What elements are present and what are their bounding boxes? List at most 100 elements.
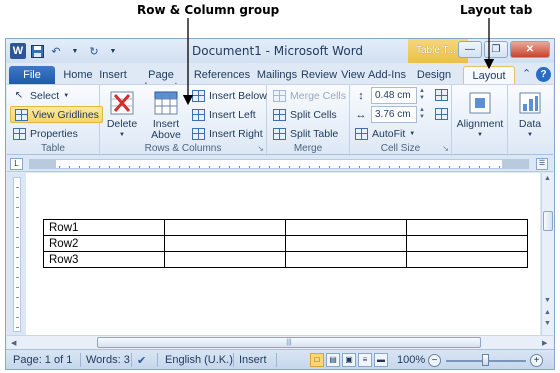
- properties-button[interactable]: Properties: [12, 125, 78, 142]
- scroll-down-icon[interactable]: ▼: [544, 297, 551, 304]
- window-title: Document1 - Microsoft Word: [192, 44, 364, 58]
- horizontal-scrollbar[interactable]: ◀ ||| ▶: [7, 335, 553, 349]
- tab-home[interactable]: Home: [61, 66, 95, 85]
- split-cells-button[interactable]: Split Cells: [272, 106, 337, 123]
- status-divider: [157, 353, 158, 367]
- zoom-in-icon[interactable]: +: [530, 354, 543, 367]
- tab-selector-icon[interactable]: L: [10, 158, 23, 170]
- language-indicator[interactable]: English (U.K.): [165, 354, 233, 366]
- horizontal-scroll-thumb[interactable]: |||: [97, 337, 481, 348]
- table-cell[interactable]: Row1: [43, 219, 165, 236]
- tab-review[interactable]: Review: [299, 66, 339, 85]
- repeat-icon[interactable]: ↻: [86, 43, 102, 59]
- table-cell[interactable]: [164, 251, 286, 268]
- data-button[interactable]: Data ▼: [510, 90, 550, 141]
- horizontal-ruler[interactable]: [29, 159, 529, 169]
- insert-below-button[interactable]: Insert Below: [191, 87, 267, 104]
- close-icon[interactable]: ✕: [510, 41, 550, 58]
- zoom-slider-handle[interactable]: [482, 354, 489, 366]
- outline-view-icon[interactable]: ≡: [358, 353, 372, 367]
- table-cell[interactable]: [164, 235, 286, 252]
- view-gridlines-button[interactable]: View Gridlines: [10, 106, 103, 123]
- group-alignment: Alignment ▼: [452, 85, 508, 156]
- table-cell[interactable]: [406, 235, 528, 252]
- minimize-ribbon-icon[interactable]: ⌃: [522, 67, 531, 80]
- tab-view[interactable]: View: [339, 66, 367, 85]
- select-button[interactable]: ↖ Select ▼: [12, 87, 69, 104]
- insert-left-button[interactable]: Insert Left: [191, 106, 256, 123]
- restore-icon[interactable]: ❐: [484, 41, 508, 58]
- draft-view-icon[interactable]: ▬: [374, 353, 388, 367]
- vertical-ruler[interactable]: [7, 173, 25, 335]
- table-cell[interactable]: Row3: [43, 251, 165, 268]
- autofit-button[interactable]: AutoFit ▼: [354, 125, 415, 142]
- zoom-level[interactable]: 100%: [397, 354, 425, 366]
- scroll-right-icon[interactable]: ▶: [542, 339, 547, 347]
- table-cell[interactable]: [406, 251, 528, 268]
- save-icon[interactable]: [29, 43, 45, 59]
- undo-dropdown-icon[interactable]: ▼: [67, 43, 83, 59]
- distribute-rows-icon[interactable]: [434, 88, 448, 102]
- view-ruler-icon[interactable]: ☰: [536, 158, 548, 170]
- print-layout-view-icon[interactable]: □: [310, 353, 324, 367]
- word-app-icon[interactable]: W: [10, 43, 26, 59]
- ruler-left-margin: [30, 160, 56, 169]
- word-count[interactable]: Words: 3: [86, 354, 130, 366]
- tab-layout[interactable]: Layout: [463, 66, 515, 85]
- customize-qat-icon[interactable]: ▼: [105, 43, 121, 59]
- tab-add-ins[interactable]: Add-Ins: [367, 66, 407, 85]
- split-table-button[interactable]: Split Table: [272, 125, 338, 142]
- tab-design[interactable]: Design: [413, 66, 455, 85]
- minimize-icon[interactable]: —: [458, 41, 482, 58]
- delete-button[interactable]: Delete ▼: [104, 90, 140, 141]
- table-cell[interactable]: [285, 235, 407, 252]
- proofing-icon[interactable]: ✔: [137, 354, 146, 367]
- table-row: Row1: [43, 219, 528, 236]
- alignment-button[interactable]: Alignment ▼: [454, 90, 506, 141]
- rows-columns-launcher-icon[interactable]: ↘: [257, 144, 264, 153]
- split-table-icon: [272, 127, 286, 141]
- tab-mailings[interactable]: Mailings: [254, 66, 300, 85]
- table-cell[interactable]: [285, 251, 407, 268]
- cell-size-launcher-icon[interactable]: ↘: [442, 144, 449, 153]
- undo-icon[interactable]: ↶: [48, 43, 64, 59]
- tab-page-layout[interactable]: Page Layout: [131, 66, 191, 93]
- insert-above-button[interactable]: Insert Above: [146, 90, 186, 141]
- table-cell[interactable]: Row2: [43, 235, 165, 252]
- web-layout-icon[interactable]: ▣: [342, 353, 356, 367]
- merge-cells-button[interactable]: Merge Cells: [272, 87, 346, 104]
- table-cell[interactable]: [406, 219, 528, 236]
- help-icon[interactable]: ?: [536, 67, 551, 82]
- insert-below-label: Insert Below: [209, 89, 267, 102]
- table-cell[interactable]: [164, 219, 286, 236]
- row-height-input[interactable]: 0.48 cm: [371, 87, 417, 104]
- tab-insert[interactable]: Insert: [95, 66, 131, 85]
- full-screen-reading-icon[interactable]: ▤: [326, 353, 340, 367]
- insert-below-icon: [191, 89, 205, 103]
- window-controls: — ❐ ✕: [458, 41, 550, 58]
- previous-page-icon[interactable]: ▲: [544, 309, 551, 316]
- page-count[interactable]: Page: 1 of 1: [13, 354, 72, 366]
- column-width-input[interactable]: 3.76 cm: [371, 106, 417, 123]
- tab-file[interactable]: File: [9, 66, 55, 85]
- distribute-columns-icon[interactable]: [434, 107, 448, 121]
- row-height-spinner-icon[interactable]: ▲ ▼: [419, 88, 425, 102]
- scroll-up-icon[interactable]: ▲: [544, 175, 551, 182]
- column-width-spinner-icon[interactable]: ▲ ▼: [419, 107, 425, 121]
- delete-dropdown-icon: ▼: [119, 132, 125, 138]
- tab-references[interactable]: References: [189, 66, 255, 85]
- word-table[interactable]: Row1 Row2 Row3: [43, 219, 528, 268]
- scroll-left-icon[interactable]: ◀: [11, 339, 16, 347]
- select-label: Select: [30, 89, 60, 102]
- zoom-out-icon[interactable]: −: [428, 354, 441, 367]
- insert-right-button[interactable]: Insert Right: [191, 125, 263, 142]
- group-label-rows-columns: Rows & Columns: [144, 143, 222, 154]
- vertical-ruler-scale: [13, 177, 21, 332]
- table-cell[interactable]: [285, 219, 407, 236]
- autofit-dropdown-icon: ▼: [409, 130, 416, 137]
- document-page[interactable]: Row1 Row2 Row3: [26, 173, 540, 335]
- vertical-scrollbar[interactable]: ▲ ▼ ▲ ▼: [541, 173, 554, 335]
- next-page-icon[interactable]: ▼: [544, 320, 551, 327]
- insert-mode-indicator[interactable]: Insert: [239, 354, 267, 366]
- vertical-scroll-thumb[interactable]: [543, 211, 553, 231]
